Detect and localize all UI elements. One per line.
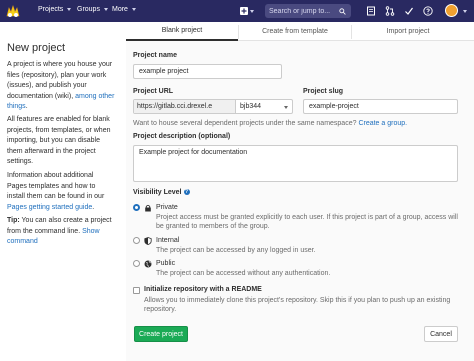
project-name-label: Project name <box>133 52 177 59</box>
visibility-label: Visibility Level? <box>133 189 190 196</box>
tab-create-from-template[interactable]: Create from template <box>239 22 351 41</box>
visibility-public-label: Public <box>156 260 176 267</box>
chevron-down-icon <box>284 106 288 109</box>
new-dropdown-button[interactable] <box>240 5 258 17</box>
page-title: New project <box>7 42 66 54</box>
gitlab-logo-icon[interactable] <box>5 3 21 19</box>
help-icon[interactable] <box>422 5 434 17</box>
project-name-field[interactable]: example project <box>133 64 282 79</box>
intro-paragraph: A project is where you house your files … <box>7 60 115 113</box>
project-url-label: Project URL <box>133 88 174 95</box>
globe-icon <box>144 260 152 268</box>
project-tabs: Blank project Create from template Impor… <box>126 22 474 41</box>
readme-description: Allows you to immediately clone this pro… <box>144 297 451 313</box>
visibility-public-desc: The project can be accessed without any … <box>156 270 331 277</box>
namespace-select[interactable]: bjb344 <box>236 100 284 113</box>
project-description-field[interactable]: Example project for documentation <box>133 145 458 182</box>
namespace-hint-text: Want to house several dependent projects… <box>133 120 359 127</box>
visibility-internal-label: Internal <box>156 237 180 244</box>
tip-label: Tip: <box>7 217 20 224</box>
top-navbar: Projects Groups More <box>0 0 474 22</box>
shield-icon <box>144 237 152 245</box>
user-avatar[interactable] <box>445 4 458 17</box>
chevron-down-icon <box>103 8 108 11</box>
nav-projects-label: Projects <box>38 6 64 13</box>
plus-icon <box>240 7 248 15</box>
project-url-field[interactable]: https://gitlab.cci.drexel.e bjb344 <box>133 99 293 114</box>
visibility-private-radio[interactable] <box>133 204 140 211</box>
pages-paragraph: Information about additional Pages templ… <box>7 171 115 213</box>
features-paragraph: All features are enabled for blank proje… <box>7 116 111 165</box>
create-group-link[interactable]: Create a group. <box>358 120 407 127</box>
visibility-public-radio[interactable] <box>133 260 140 267</box>
nav-projects[interactable]: Projects <box>38 6 72 13</box>
chevron-down-icon <box>67 8 72 11</box>
chevron-down-icon <box>463 10 467 13</box>
project-slug-label: Project slug <box>303 88 344 95</box>
visibility-private-label: Private <box>156 204 178 211</box>
new-project-form: Project name example project Project URL… <box>126 41 474 361</box>
project-description-label: Project description (optional) <box>133 133 231 140</box>
namespace-hint: Want to house several dependent projects… <box>133 120 407 127</box>
visibility-private-desc: Project access must be granted explicitl… <box>156 214 458 230</box>
nav-groups[interactable]: Groups <box>77 6 108 13</box>
readme-label: Initialize repository with a README <box>144 286 262 293</box>
nav-more[interactable]: More <box>112 6 136 13</box>
lock-icon <box>145 204 151 212</box>
issues-icon[interactable] <box>365 5 377 17</box>
cancel-button[interactable]: Cancel <box>424 326 458 342</box>
merge-request-icon[interactable] <box>384 5 396 17</box>
search-box[interactable] <box>265 4 351 18</box>
create-project-button[interactable]: Create project <box>134 326 188 342</box>
pages-guide-link[interactable]: Pages getting started guide <box>7 204 92 211</box>
pages-text: Information about additional Pages templ… <box>7 172 105 200</box>
readme-checkbox[interactable] <box>133 287 140 294</box>
search-input[interactable] <box>269 7 339 15</box>
visibility-label-text: Visibility Level <box>133 189 182 196</box>
todo-icon[interactable] <box>403 5 415 17</box>
search-icon <box>339 7 346 15</box>
intro-end: . <box>25 103 28 110</box>
visibility-internal-radio[interactable] <box>133 237 140 244</box>
visibility-internal-desc: The project can be accessed by any logge… <box>156 247 316 254</box>
tab-import-project[interactable]: Import project <box>352 22 464 41</box>
left-info-panel: New project A project is where you house… <box>0 22 118 361</box>
tab-blank-project[interactable]: Blank project <box>126 22 238 41</box>
chevron-down-icon <box>250 9 254 13</box>
nav-groups-label: Groups <box>77 6 100 13</box>
tip-paragraph: Tip: You can also create a project from … <box>7 216 115 248</box>
project-slug-field[interactable]: example-project <box>303 99 458 114</box>
nav-more-label: More <box>112 6 128 13</box>
question-icon[interactable]: ? <box>183 189 190 196</box>
chevron-down-icon <box>131 8 136 11</box>
pages-end: . <box>92 203 95 211</box>
url-prefix: https://gitlab.cci.drexel.e <box>134 100 236 113</box>
